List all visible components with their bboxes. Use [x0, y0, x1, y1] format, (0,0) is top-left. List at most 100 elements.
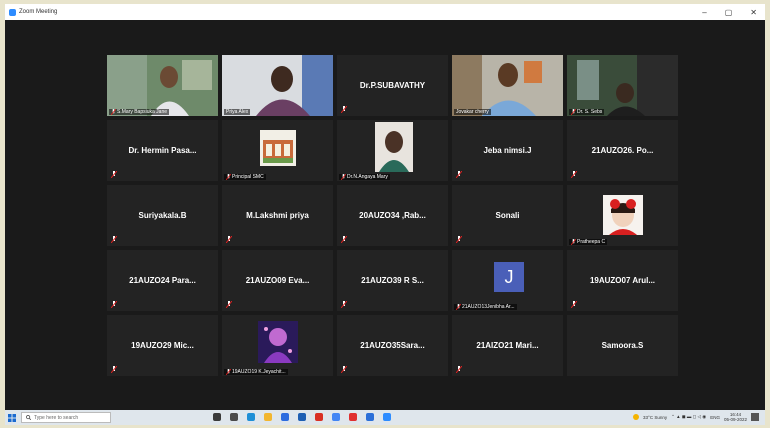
mic-muted-icon: [456, 171, 462, 178]
participant-tile[interactable]: 21AUZO26. Po...: [567, 120, 678, 181]
participant-caption: 19AUZO19 K.Jeyachit...: [224, 369, 288, 375]
notification-icon[interactable]: [751, 413, 759, 421]
participant-tile[interactable]: M.Lakshmi priya: [222, 185, 333, 246]
widgets-icon[interactable]: [230, 413, 238, 421]
mic-muted-icon: [226, 174, 231, 180]
participant-tile[interactable]: Dr.N.Angaya Mary: [337, 120, 448, 181]
mic-muted-icon: [341, 301, 347, 308]
participant-tile[interactable]: Dr. Hermin Pasa...: [107, 120, 218, 181]
language-indicator[interactable]: ENG: [710, 415, 720, 420]
participant-name: Samoora.S: [601, 341, 644, 350]
profile-photo: [258, 321, 298, 363]
profile-photo: [603, 195, 643, 235]
participant-caption: Principal SMC: [224, 174, 266, 180]
participant-name: Dr. Hermin Pasa...: [128, 146, 197, 155]
participant-tile[interactable]: 21AIZO21 Mari...: [452, 315, 563, 376]
participant-tile[interactable]: Dr.P.SUBAVATHY: [337, 55, 448, 116]
participant-caption: Pratheepa C: [569, 239, 608, 245]
participant-tile[interactable]: Suriyakala.B: [107, 185, 218, 246]
participant-name: 19AUZO29 Mic...: [131, 341, 194, 350]
title-bar: Zoom Meeting – ▢ ✕: [5, 4, 765, 20]
taskbar-search-box[interactable]: Type here to search: [21, 412, 111, 423]
participant-tile[interactable]: 21AUZO35Sara...: [337, 315, 448, 376]
participant-tile[interactable]: Principal SMC: [222, 120, 333, 181]
participant-name: Suriyakala.B: [138, 211, 187, 220]
mic-muted-icon: [111, 366, 117, 373]
mail-icon[interactable]: [298, 413, 306, 421]
mic-muted-icon: [456, 236, 462, 243]
system-tray: 33°C Sunny ⌃ ▲ ◼ ▬ ◻ ◁ ◉ ENG 16:44 05-09…: [633, 412, 759, 422]
participant-video: [567, 55, 678, 116]
gallery-view: S.Mary Bapsiuka Jane Priya Alex Dr.P.SUB…: [5, 20, 765, 410]
participant-tile[interactable]: 19AUZO29 Mic...: [107, 315, 218, 376]
participant-tile[interactable]: Jovakar cherry: [452, 55, 563, 116]
sun-icon: [633, 414, 640, 420]
zoom-app-icon[interactable]: [383, 413, 391, 421]
participant-tile[interactable]: Dr. S. Sebs: [567, 55, 678, 116]
participant-tile[interactable]: Priya Alex: [222, 55, 333, 116]
participant-name: 20AUZO34 ,Rab...: [359, 211, 426, 220]
mic-muted-icon: [456, 304, 461, 310]
minimize-button[interactable]: –: [702, 8, 706, 17]
maximize-button[interactable]: ▢: [725, 8, 733, 17]
search-placeholder: Type here to search: [34, 414, 79, 421]
profile-photo: [375, 122, 413, 172]
participant-tile[interactable]: S.Mary Bapsiuka Jane: [107, 55, 218, 116]
participant-tile[interactable]: 21AUZO09 Eva...: [222, 250, 333, 311]
clock-date: 05-09-2022: [723, 417, 747, 422]
participant-video: [222, 55, 333, 116]
participant-video: [452, 55, 563, 116]
participant-tile[interactable]: Pratheepa C: [567, 185, 678, 246]
participant-caption: Priya Alex: [224, 109, 251, 115]
mic-muted-icon: [341, 366, 347, 373]
participant-tile[interactable]: 20AUZO34 ,Rab...: [337, 185, 448, 246]
participant-tile[interactable]: 21AUZO39 R S...: [337, 250, 448, 311]
zoom-window: Zoom Meeting – ▢ ✕ S.Mary Bapsiuka Jane: [5, 4, 765, 425]
mic-muted-icon: [456, 366, 462, 373]
file-explorer-icon[interactable]: [264, 413, 272, 421]
mic-muted-icon: [111, 171, 117, 178]
chrome-icon[interactable]: [332, 413, 340, 421]
start-button[interactable]: [5, 413, 19, 422]
task-view-icon[interactable]: [213, 413, 221, 421]
clock[interactable]: 16:44 05-09-2022: [724, 412, 747, 422]
participant-tile[interactable]: 19AUZO07 Arul...: [567, 250, 678, 311]
participant-tile[interactable]: Sonali: [452, 185, 563, 246]
participant-caption: Jovakar cherry: [454, 109, 491, 115]
participant-name: Sonali: [495, 211, 520, 220]
participant-name: 21AIZO21 Mari...: [476, 341, 539, 350]
close-button[interactable]: ✕: [750, 8, 757, 17]
mic-muted-icon: [226, 369, 231, 375]
windows-taskbar: Type here to search 33°C Sunny ⌃ ▲ ◼ ▬ ◻…: [5, 410, 765, 425]
participant-caption: 21AUZO13Jenibha Ar...: [454, 304, 517, 310]
participant-tile[interactable]: 21AUZO24 Para...: [107, 250, 218, 311]
gmail-icon[interactable]: [315, 413, 323, 421]
participant-caption: Dr. S. Sebs: [569, 109, 605, 115]
participant-tile[interactable]: Jeba nimsi.J: [452, 120, 563, 181]
opera-icon[interactable]: [349, 413, 357, 421]
profile-photo: [260, 130, 296, 166]
participant-name: 19AUZO07 Arul...: [589, 276, 656, 285]
weather-text[interactable]: 33°C Sunny: [643, 415, 667, 420]
participant-tile[interactable]: Samoora.S: [567, 315, 678, 376]
participant-tile[interactable]: J 21AUZO13Jenibha Ar...: [452, 250, 563, 311]
participant-caption: Dr.N.Angaya Mary: [339, 174, 390, 180]
participant-name: Jeba nimsi.J: [483, 146, 532, 155]
edge-browser-icon[interactable]: [247, 413, 255, 421]
participant-name: Dr.P.SUBAVATHY: [359, 81, 426, 90]
tray-icons[interactable]: ⌃ ▲ ◼ ▬ ◻ ◁ ◉: [671, 414, 706, 420]
mic-muted-icon: [341, 106, 347, 113]
pinned-apps: [213, 413, 391, 421]
mic-muted-icon: [226, 236, 232, 243]
mic-muted-icon: [111, 236, 117, 243]
participant-name: 21AUZO26. Po...: [591, 146, 654, 155]
participant-tile[interactable]: 19AUZO19 K.Jeyachit...: [222, 315, 333, 376]
search-icon: [26, 415, 31, 420]
participant-name: 21AUZO09 Eva...: [245, 276, 310, 285]
mic-muted-icon: [111, 109, 116, 115]
mic-muted-icon: [571, 171, 577, 178]
word-icon[interactable]: [366, 413, 374, 421]
store-icon[interactable]: [281, 413, 289, 421]
participant-name: M.Lakshmi priya: [246, 211, 309, 220]
mic-muted-icon: [226, 301, 232, 308]
